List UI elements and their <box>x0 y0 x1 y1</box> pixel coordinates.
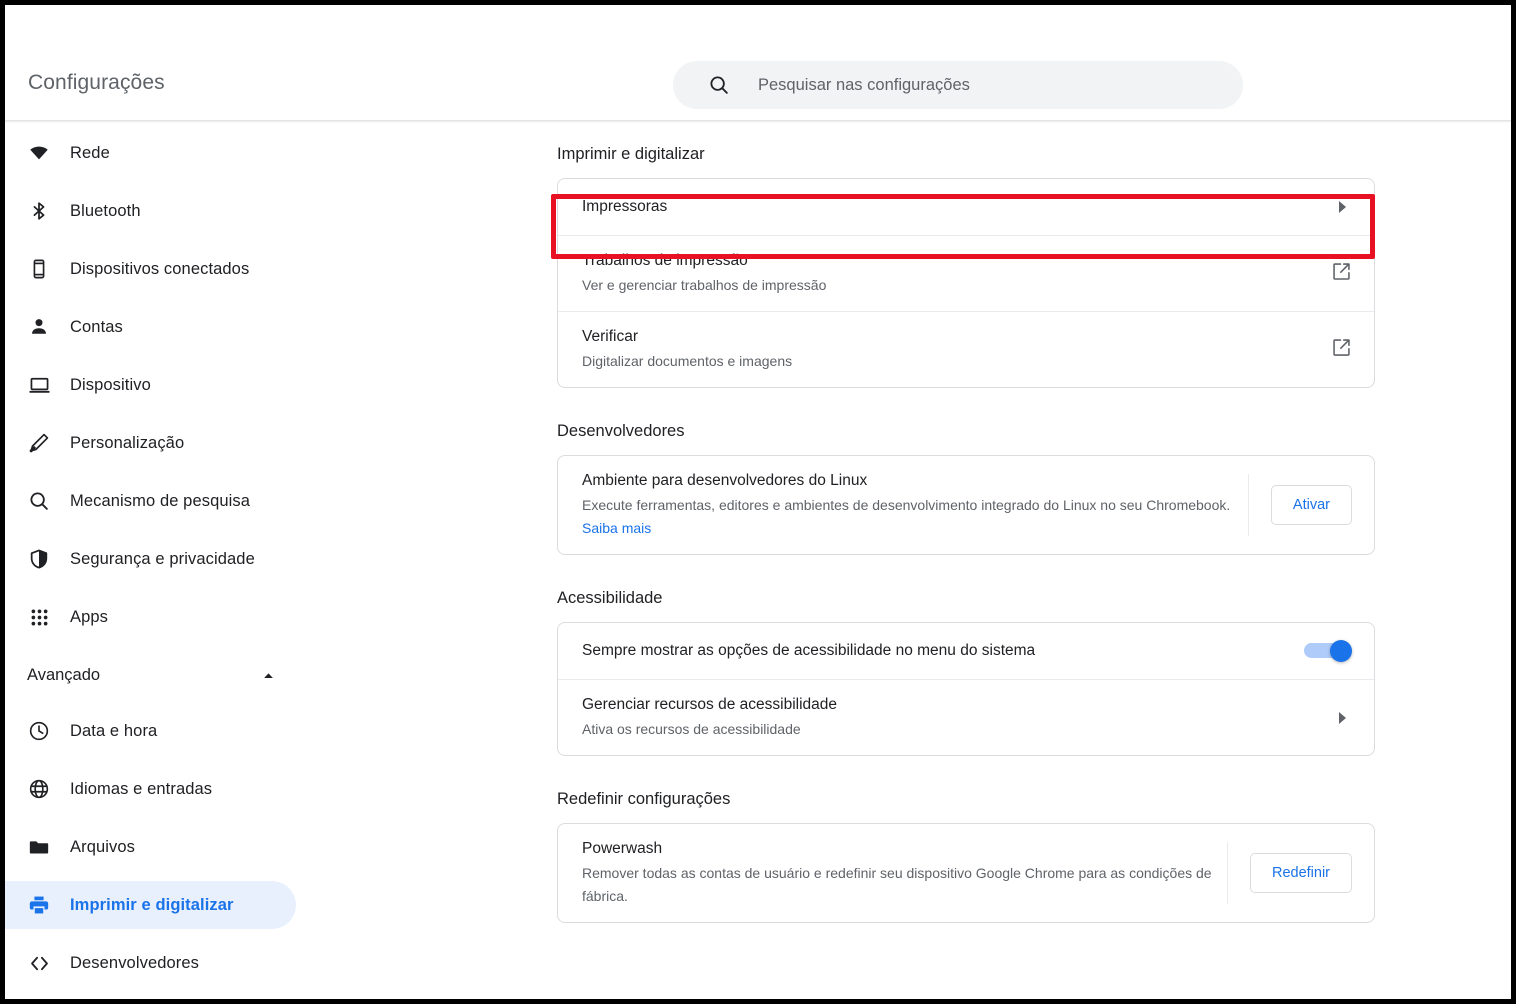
row-trabalhos-de-impressao[interactable]: Trabalhos de impressão Ver e gerenciar t… <box>558 235 1374 311</box>
shield-icon <box>27 547 51 571</box>
row-end <box>1339 712 1352 724</box>
section-title-print: Imprimir e digitalizar <box>557 145 1511 164</box>
row-gerenciar-recursos-acessibilidade[interactable]: Gerenciar recursos de acessibilidade Ati… <box>558 679 1374 755</box>
sidebar-item-label: Bluetooth <box>70 202 141 221</box>
sidebar-item-dispositivos-conectados[interactable]: Dispositivos conectados <box>5 245 296 293</box>
sidebar-item-dispositivo[interactable]: Dispositivo <box>5 361 296 409</box>
search-input[interactable] <box>758 76 1198 95</box>
pen-icon <box>27 431 51 455</box>
section-title-developers: Desenvolvedores <box>557 422 1511 441</box>
sidebar-item-personalizacao[interactable]: Personalização <box>5 419 296 467</box>
toggle-knob <box>1330 640 1352 662</box>
divider <box>1248 474 1249 536</box>
search-box[interactable] <box>673 61 1243 109</box>
open-in-new-icon <box>1331 337 1352 363</box>
row-title: Ambiente para desenvolvedores do Linux <box>582 470 1248 492</box>
row-title: Verificar <box>582 326 1315 348</box>
redefinir-button[interactable]: Redefinir <box>1250 853 1352 893</box>
print-card: Impressoras Trabalhos de impressão Ver e… <box>557 178 1375 388</box>
row-subtitle-text: Execute ferramentas, editores e ambiente… <box>582 497 1230 513</box>
accessibility-menu-toggle[interactable] <box>1304 640 1352 662</box>
search-icon <box>27 489 51 513</box>
row-linux-dev-environment: Ambiente para desenvolvedores do Linux E… <box>558 456 1374 554</box>
folder-icon <box>27 835 51 859</box>
sidebar-item-desenvolvedores[interactable]: Desenvolvedores <box>5 939 296 987</box>
sidebar-item-idiomas-e-entradas[interactable]: Idiomas e entradas <box>5 765 296 813</box>
arrow-right-icon <box>1339 201 1346 213</box>
row-end[interactable] <box>1304 640 1352 662</box>
sidebar-item-mecanismo-de-pesquisa[interactable]: Mecanismo de pesquisa <box>5 477 296 525</box>
row-title: Sempre mostrar as opções de acessibilida… <box>582 640 1288 662</box>
row-subtitle: Execute ferramentas, editores e ambiente… <box>582 494 1248 540</box>
row-sempre-mostrar-acessibilidade[interactable]: Sempre mostrar as opções de acessibilida… <box>558 623 1374 679</box>
sidebar-item-label: Data e hora <box>70 722 157 741</box>
sidebar-item-seguranca-e-privacidade[interactable]: Segurança e privacidade <box>5 535 296 583</box>
row-subtitle: Remover todas as contas de usuário e red… <box>582 862 1227 908</box>
row-subtitle: Digitalizar documentos e imagens <box>582 350 1315 373</box>
sidebar-item-acessibilidade[interactable]: Acessibilidade <box>5 997 296 999</box>
sidebar-item-label: Segurança e privacidade <box>70 550 255 569</box>
main-content: Imprimir e digitalizar Impressoras Traba… <box>505 123 1511 999</box>
reset-card: Powerwash Remover todas as contas de usu… <box>557 823 1375 923</box>
section-title-accessibility: Acessibilidade <box>557 589 1511 608</box>
row-end <box>1339 201 1352 213</box>
grid-apps-icon <box>27 605 51 629</box>
sidebar-item-label: Dispositivos conectados <box>70 260 249 279</box>
search-icon <box>708 74 730 96</box>
row-impressoras[interactable]: Impressoras <box>558 179 1374 235</box>
sidebar-item-label: Arquivos <box>70 838 135 857</box>
row-title: Trabalhos de impressão <box>582 250 1315 272</box>
row-powerwash: Powerwash Remover todas as contas de usu… <box>558 824 1374 922</box>
sidebar-item-label: Dispositivo <box>70 376 151 395</box>
sidebar-item-label: Personalização <box>70 434 184 453</box>
sidebar-advanced-label: Avançado <box>27 666 100 685</box>
sidebar-item-contas[interactable]: Contas <box>5 303 296 351</box>
bluetooth-icon <box>27 199 51 223</box>
sidebar-item-label: Mecanismo de pesquisa <box>70 492 250 511</box>
chevron-up-icon <box>261 668 276 683</box>
open-in-new-icon <box>1331 261 1352 287</box>
page-title: Configurações <box>28 71 165 95</box>
sidebar-item-data-e-hora[interactable]: Data e hora <box>5 707 296 755</box>
sidebar-item-label: Desenvolvedores <box>70 954 199 973</box>
sidebar-item-imprimir-e-digitalizar[interactable]: Imprimir e digitalizar <box>5 881 296 929</box>
sidebar-item-label: Contas <box>70 318 123 337</box>
row-end[interactable] <box>1331 261 1352 287</box>
content-area: Rede Bluetooth Disposi <box>5 123 1511 999</box>
person-icon <box>27 315 51 339</box>
row-end[interactable] <box>1331 337 1352 363</box>
sidebar-item-rede[interactable]: Rede <box>5 129 296 177</box>
globe-icon <box>27 777 51 801</box>
accessibility-card: Sempre mostrar as opções de acessibilida… <box>557 622 1375 756</box>
clock-icon <box>27 719 51 743</box>
sidebar: Rede Bluetooth Disposi <box>5 123 505 999</box>
section-title-reset: Redefinir configurações <box>557 790 1511 809</box>
sidebar-item-arquivos[interactable]: Arquivos <box>5 823 296 871</box>
arrow-right-icon <box>1339 712 1346 724</box>
row-verificar[interactable]: Verificar Digitalizar documentos e image… <box>558 311 1374 387</box>
developers-card: Ambiente para desenvolvedores do Linux E… <box>557 455 1375 555</box>
row-title: Gerenciar recursos de acessibilidade <box>582 694 1323 716</box>
ativar-button[interactable]: Ativar <box>1271 485 1352 525</box>
laptop-icon <box>27 373 51 397</box>
row-title: Powerwash <box>582 838 1227 860</box>
wifi-icon <box>27 141 51 165</box>
sidebar-item-label: Imprimir e digitalizar <box>70 896 234 915</box>
saiba-mais-link[interactable]: Saiba mais <box>582 520 651 536</box>
row-subtitle: Ver e gerenciar trabalhos de impressão <box>582 274 1315 297</box>
sidebar-item-bluetooth[interactable]: Bluetooth <box>5 187 296 235</box>
sidebar-item-apps[interactable]: Apps <box>5 593 296 641</box>
row-subtitle: Ativa os recursos de acessibilidade <box>582 718 1323 741</box>
printer-icon <box>27 893 51 917</box>
sidebar-advanced-toggle[interactable]: Avançado <box>5 651 296 699</box>
sidebar-item-label: Rede <box>70 144 110 163</box>
settings-window: Configurações Rede <box>5 5 1511 999</box>
row-title: Impressoras <box>582 196 1323 218</box>
app-header: Configurações <box>5 5 1511 123</box>
code-brackets-icon <box>27 951 51 975</box>
sidebar-item-label: Apps <box>70 608 108 627</box>
divider <box>1227 842 1228 904</box>
phone-icon <box>27 257 51 281</box>
sidebar-item-label: Idiomas e entradas <box>70 780 212 799</box>
